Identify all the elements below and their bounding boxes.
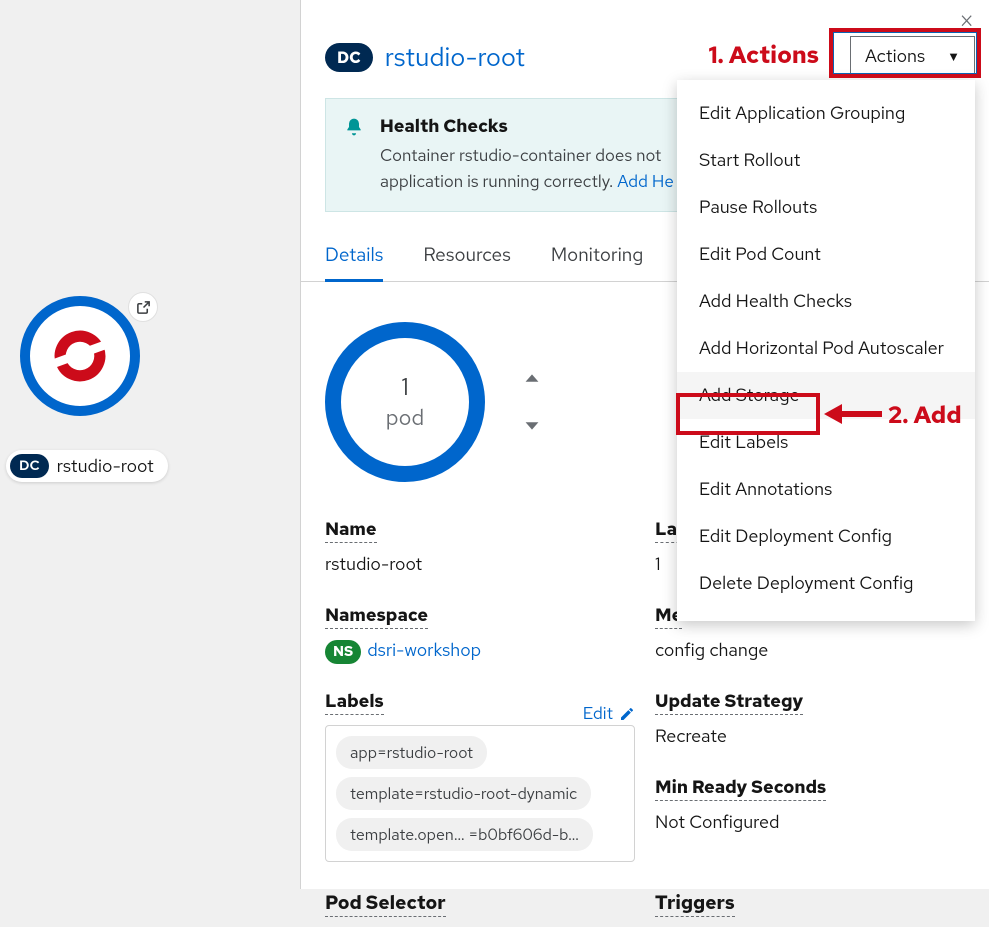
- openshift-icon: [49, 325, 111, 387]
- topology-node-name: rstudio-root: [57, 455, 154, 478]
- tab-resources[interactable]: Resources: [423, 232, 510, 281]
- value-min-ready: Not Configured: [655, 811, 779, 834]
- menu-add-health-checks[interactable]: Add Health Checks: [677, 278, 975, 325]
- caret-down-icon: ▼: [947, 48, 960, 65]
- alert-text: Container rstudio-container does not: [380, 145, 661, 167]
- label-chip[interactable]: template=rstudio-root-dynamic: [336, 777, 591, 810]
- open-url-icon[interactable]: [128, 292, 158, 322]
- label-update-strategy: Update Strategy: [655, 690, 803, 715]
- pod-label: pod: [386, 403, 424, 432]
- namespace-link[interactable]: dsri-workshop: [367, 639, 481, 662]
- menu-add-hpa[interactable]: Add Horizontal Pod Autoscaler: [677, 325, 975, 372]
- menu-pause-rollouts[interactable]: Pause Rollouts: [677, 184, 975, 231]
- topology-canvas[interactable]: DC rstudio-root: [0, 0, 300, 889]
- menu-start-rollout[interactable]: Start Rollout: [677, 137, 975, 184]
- menu-edit-annotations[interactable]: Edit Annotations: [677, 466, 975, 513]
- menu-edit-pod-count[interactable]: Edit Pod Count: [677, 231, 975, 278]
- pencil-icon: [619, 706, 635, 722]
- value-name: rstudio-root: [325, 553, 422, 576]
- label-namespace: Namespace: [325, 604, 428, 629]
- alert-title: Health Checks: [380, 115, 674, 138]
- topology-node-label[interactable]: DC rstudio-root: [6, 450, 168, 482]
- edit-labels-link[interactable]: Edit: [583, 703, 635, 725]
- side-panel: × DC rstudio-root Health Checks Containe…: [300, 0, 989, 889]
- menu-edit-app-grouping[interactable]: Edit Application Grouping: [677, 90, 975, 137]
- label-name: Name: [325, 518, 377, 543]
- add-health-check-link[interactable]: Add He: [617, 171, 674, 193]
- scale-down-icon[interactable]: [521, 414, 543, 436]
- alert-text: application is running correctly.: [380, 171, 617, 193]
- label-pod-selector: Pod Selector: [325, 890, 446, 917]
- actions-button[interactable]: Actions ▼: [850, 36, 975, 77]
- label-min-ready: Min Ready Seconds: [655, 776, 826, 801]
- close-icon[interactable]: ×: [958, 2, 975, 40]
- value-latest-version: 1: [655, 553, 661, 576]
- label-chip[interactable]: app=rstudio-root: [336, 736, 487, 769]
- actions-menu: Edit Application Grouping Start Rollout …: [677, 80, 975, 621]
- pod-ring[interactable]: 1 pod: [325, 322, 485, 482]
- topology-node[interactable]: [20, 296, 140, 416]
- labels-chip-group: app=rstudio-root template=rstudio-root-d…: [325, 725, 635, 862]
- dc-badge: DC: [10, 454, 49, 478]
- bell-icon: [344, 117, 364, 195]
- label-triggers: Triggers: [655, 890, 735, 917]
- label-chip[interactable]: template.open… =b0bf606d-b…: [336, 818, 593, 851]
- label-labels: Labels: [325, 690, 384, 715]
- tab-details[interactable]: Details: [325, 232, 383, 282]
- resource-title-link[interactable]: rstudio-root: [385, 40, 525, 74]
- menu-edit-dc[interactable]: Edit Deployment Config: [677, 513, 975, 560]
- ns-badge: NS: [325, 640, 361, 664]
- pod-count: 1: [401, 372, 408, 403]
- value-message: config change: [655, 639, 768, 662]
- value-update-strategy: Recreate: [655, 725, 727, 748]
- menu-edit-labels[interactable]: Edit Labels: [677, 419, 975, 466]
- dc-badge: DC: [325, 43, 373, 72]
- menu-add-storage[interactable]: Add Storage: [677, 372, 975, 419]
- menu-delete-dc[interactable]: Delete Deployment Config: [677, 560, 975, 607]
- scale-up-icon[interactable]: [521, 368, 543, 390]
- tab-monitoring[interactable]: Monitoring: [551, 232, 644, 281]
